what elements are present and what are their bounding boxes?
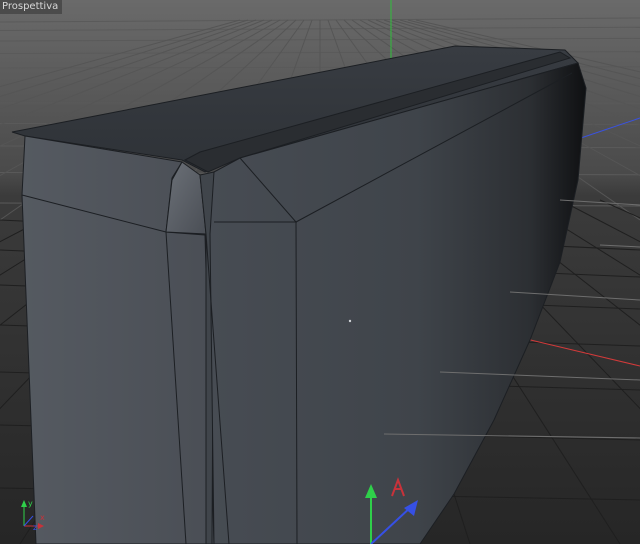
3d-viewport[interactable]: y x z Prospettiva xyxy=(0,0,640,544)
viewport-title[interactable]: Prospettiva xyxy=(0,0,63,14)
object-center-marker xyxy=(348,319,352,323)
axis-indicator-y-label: y xyxy=(28,499,33,508)
axis-indicator-z-label: z xyxy=(33,523,37,532)
axis-indicator-x-label: x xyxy=(40,513,45,522)
viewport-canvas[interactable]: y x z xyxy=(0,0,640,544)
